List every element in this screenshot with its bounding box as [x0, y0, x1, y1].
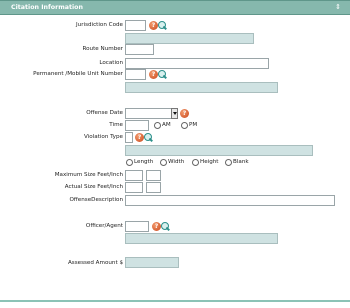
- jurisdiction-help-icon[interactable]: ?: [149, 21, 158, 30]
- unit-number-help-icon[interactable]: ?: [149, 70, 158, 79]
- violation-type-help-icon[interactable]: ?: [135, 133, 144, 142]
- height-radio[interactable]: [192, 159, 199, 166]
- offense-date-input[interactable]: [125, 108, 172, 119]
- blank-radio[interactable]: [225, 159, 232, 166]
- actual-size-feet-input[interactable]: [125, 182, 143, 193]
- offense-date-label: Offense Date: [86, 110, 123, 116]
- violation-type-input[interactable]: [125, 132, 133, 143]
- width-radio[interactable]: [160, 159, 167, 166]
- length-radio-label: Length: [134, 159, 154, 165]
- officer-agent-search-icon[interactable]: [161, 222, 170, 231]
- officer-agent-help-icon[interactable]: ?: [152, 222, 161, 231]
- jurisdiction-search-icon[interactable]: [158, 21, 167, 30]
- violation-type-label: Violation Type: [83, 134, 123, 140]
- location-input[interactable]: [125, 58, 269, 69]
- length-radio[interactable]: [126, 159, 133, 166]
- section-title: Citation Information: [11, 4, 83, 11]
- offense-description-label: OffenseDescription: [69, 197, 123, 203]
- permanent-unit-number-input[interactable]: [125, 69, 146, 80]
- jurisdiction-code-label: Jurisdiction Code: [76, 22, 123, 28]
- violation-type-search-icon[interactable]: [144, 133, 153, 142]
- time-input[interactable]: [125, 120, 149, 131]
- assessed-amount-label: Assessed Amount $: [67, 260, 123, 266]
- offense-date-dropdown-icon[interactable]: [171, 108, 178, 119]
- blank-radio-label: Blank: [233, 159, 249, 165]
- jurisdiction-code-input[interactable]: [125, 20, 146, 31]
- violation-type-description-field: [125, 145, 313, 156]
- assessed-amount-field: [125, 257, 179, 268]
- actual-size-inch-input[interactable]: [146, 182, 161, 193]
- section-footer-divider: [0, 300, 350, 302]
- officer-agent-input[interactable]: [125, 221, 149, 232]
- offense-date-help-icon[interactable]: ?: [180, 109, 189, 118]
- height-radio-label: Height: [200, 159, 219, 165]
- maximum-size-label: Maximum Size Feet/Inch: [54, 172, 123, 178]
- am-radio[interactable]: [154, 122, 161, 129]
- maximum-size-inch-input[interactable]: [146, 170, 161, 181]
- officer-agent-description-field: [125, 233, 278, 244]
- pm-radio[interactable]: [181, 122, 188, 129]
- offense-description-input[interactable]: [125, 195, 335, 206]
- maximum-size-feet-input[interactable]: [125, 170, 143, 181]
- section-header[interactable]: Citation Information ⇕: [0, 0, 350, 15]
- location-label: Location: [99, 60, 123, 66]
- unit-number-description-field: [125, 82, 278, 93]
- route-number-input[interactable]: [125, 44, 154, 55]
- route-number-label: Route Number: [82, 46, 124, 52]
- officer-agent-label: Officer/Agent: [85, 223, 123, 229]
- permanent-unit-number-label: Permanent /Mobile Unit Number: [33, 71, 123, 77]
- width-radio-label: Width: [168, 159, 185, 165]
- collapse-toggle-icon[interactable]: ⇕: [335, 3, 341, 11]
- pm-radio-label: PM: [189, 122, 198, 128]
- time-label: Time: [109, 122, 123, 128]
- actual-size-label: Actual Size Feet/Inch: [64, 184, 123, 190]
- jurisdiction-description-field: [125, 33, 254, 44]
- unit-number-search-icon[interactable]: [158, 70, 167, 79]
- am-radio-label: AM: [162, 122, 171, 128]
